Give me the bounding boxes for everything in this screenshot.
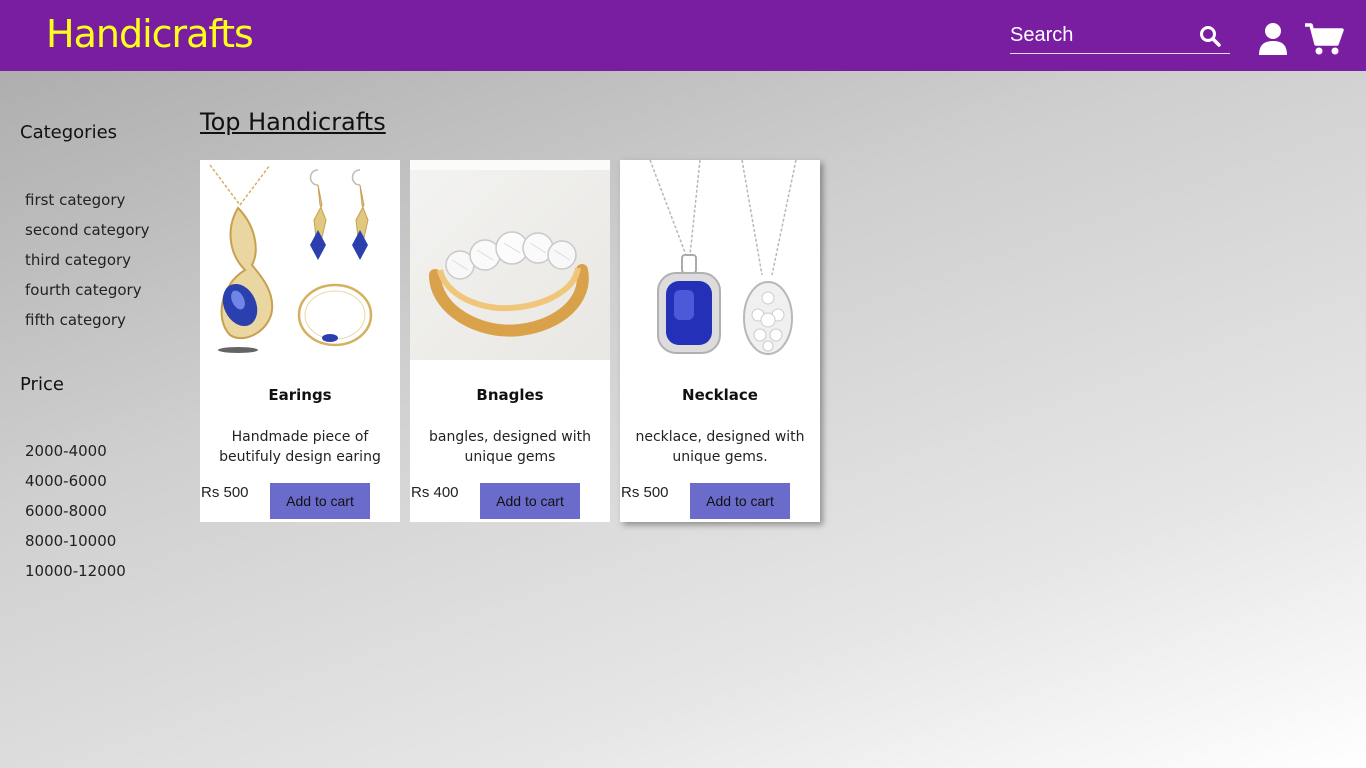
search-input[interactable] bbox=[1010, 18, 1190, 52]
product-description: Handmade piece of beutifuly design earin… bbox=[219, 429, 381, 465]
category-item[interactable]: second category bbox=[25, 215, 150, 245]
product-price: Rs 500 bbox=[201, 484, 249, 501]
search-box bbox=[1010, 18, 1230, 54]
product-description: necklace, designed with unique gems. bbox=[635, 429, 805, 465]
category-item[interactable]: fourth category bbox=[25, 275, 150, 305]
price-list: 2000-4000 4000-6000 6000-8000 8000-10000… bbox=[25, 436, 126, 586]
product-name[interactable]: Bnagles bbox=[410, 386, 610, 404]
product-card[interactable]: Bnagles bangles, designed with unique ge… bbox=[410, 160, 610, 522]
earrings-jewelry-image[interactable] bbox=[200, 160, 400, 360]
product-description: bangles, designed with unique gems bbox=[428, 429, 592, 465]
search-icon[interactable] bbox=[1198, 24, 1222, 48]
category-item[interactable]: fifth category bbox=[25, 305, 150, 335]
cart-icon[interactable] bbox=[1304, 22, 1344, 56]
product-price: Rs 400 bbox=[411, 484, 459, 501]
price-range-item[interactable]: 8000-10000 bbox=[25, 526, 126, 556]
price-range-item[interactable]: 2000-4000 bbox=[25, 436, 126, 466]
category-list: first category second category third cat… bbox=[25, 185, 150, 335]
categories-heading: Categories bbox=[20, 122, 118, 143]
ring-jewelry-image[interactable] bbox=[410, 160, 610, 360]
user-icon[interactable] bbox=[1257, 22, 1289, 56]
add-to-cart-button[interactable]: Add to cart bbox=[480, 483, 580, 519]
necklace-jewelry-image[interactable] bbox=[620, 160, 820, 360]
price-range-item[interactable]: 4000-6000 bbox=[25, 466, 126, 496]
product-price: Rs 500 bbox=[621, 484, 669, 501]
section-title: Top Handicrafts bbox=[200, 108, 386, 136]
product-name[interactable]: Necklace bbox=[620, 386, 820, 404]
product-card[interactable]: Earings Handmade piece of beutifuly desi… bbox=[200, 160, 400, 522]
price-range-item[interactable]: 6000-8000 bbox=[25, 496, 126, 526]
price-range-item[interactable]: 10000-12000 bbox=[25, 556, 126, 586]
product-card[interactable]: Necklace necklace, designed with unique … bbox=[620, 160, 820, 522]
product-name[interactable]: Earings bbox=[200, 386, 400, 404]
brand-logo[interactable]: Handicrafts bbox=[46, 12, 254, 56]
add-to-cart-button[interactable]: Add to cart bbox=[270, 483, 370, 519]
add-to-cart-button[interactable]: Add to cart bbox=[690, 483, 790, 519]
category-item[interactable]: third category bbox=[25, 245, 150, 275]
price-heading: Price bbox=[20, 374, 64, 395]
category-item[interactable]: first category bbox=[25, 185, 150, 215]
top-navbar: Handicrafts bbox=[0, 0, 1366, 71]
